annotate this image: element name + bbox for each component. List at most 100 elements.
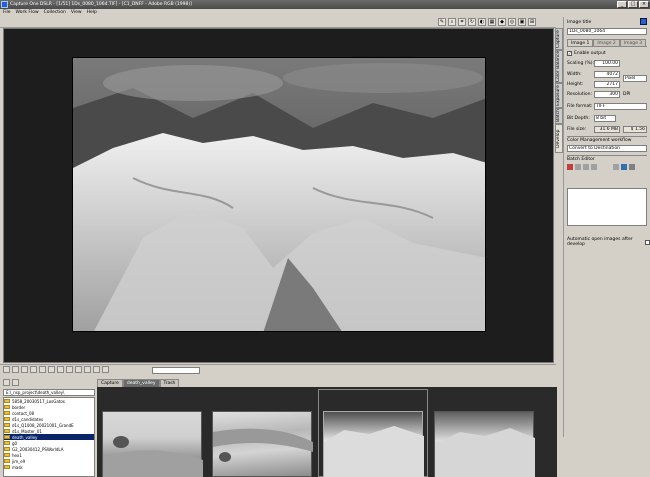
folder-favorite-icon[interactable] — [12, 379, 19, 386]
folder-icon — [4, 441, 10, 445]
view-multi-icon[interactable]: ⊞ — [528, 18, 536, 26]
rotate-icon[interactable]: ↻ — [468, 18, 476, 26]
white-balance-icon[interactable]: ◐ — [478, 18, 486, 26]
folder-item[interactable]: mask — [4, 464, 94, 470]
maximize-icon[interactable]: □ — [628, 1, 638, 8]
batch-editor-label: Batch Editor — [567, 157, 595, 162]
grid-icon[interactable]: ▦ — [488, 18, 496, 26]
resolution-unit: DPI — [623, 92, 631, 97]
tab-batch[interactable]: Batch — [555, 108, 563, 124]
enable-output-label: Enable output — [574, 51, 606, 56]
open-folder-icon[interactable] — [30, 366, 37, 373]
minimize-icon[interactable]: _ — [617, 1, 627, 8]
folder-icon — [4, 411, 10, 415]
browser-toolbar — [0, 364, 556, 375]
batch-pause-icon[interactable] — [591, 164, 597, 170]
folder-icon — [4, 465, 10, 469]
panel-help-icon[interactable] — [640, 18, 647, 25]
folder-path-select[interactable]: E:\_nsp_project\death_valley\ — [3, 389, 95, 396]
rotate-right-icon[interactable] — [93, 366, 100, 373]
app-icon — [1, 1, 8, 8]
scaling-field[interactable]: 100.00 — [594, 60, 620, 67]
batch-toolbar — [567, 164, 635, 170]
tab-color-balance[interactable]: Color Balance — [555, 50, 563, 83]
file-format-select[interactable]: TIFF — [594, 103, 647, 110]
tab-develop[interactable]: Develop — [555, 124, 563, 153]
auto-open-checkbox[interactable] — [645, 239, 650, 245]
menu-view[interactable]: View — [71, 9, 82, 17]
enable-output-checkbox[interactable]: ✓ — [567, 51, 572, 56]
folder-icon — [4, 423, 10, 427]
scaling-label: Scaling (%): — [567, 61, 595, 66]
width-label: Width: — [567, 72, 582, 77]
window-controls: _ □ × — [617, 1, 649, 8]
menu-help[interactable]: Help — [87, 9, 97, 17]
output-divider — [567, 136, 647, 137]
check-icon[interactable] — [66, 366, 73, 373]
thumbnail-strip — [97, 387, 557, 477]
batch-list[interactable] — [567, 188, 647, 226]
tab-capture-collection[interactable]: Capture — [97, 379, 123, 387]
color-icon[interactable]: ◆ — [498, 18, 506, 26]
capture-icon[interactable] — [12, 366, 19, 373]
camera-icon[interactable] — [3, 366, 10, 373]
main-photo[interactable] — [72, 57, 486, 332]
height-label: Height: — [567, 82, 584, 87]
browser-toolbar-icons — [3, 366, 109, 373]
rotate-left-icon[interactable] — [84, 366, 91, 373]
list-view-icon[interactable] — [48, 366, 55, 373]
sort-icon[interactable] — [102, 366, 109, 373]
menu-work-flow[interactable]: Work Flow — [16, 9, 39, 17]
view-single-icon[interactable]: ▣ — [518, 18, 526, 26]
delete-icon[interactable] — [75, 366, 82, 373]
filter-select[interactable] — [152, 367, 200, 374]
tab-death-valley[interactable]: death_valley — [122, 379, 160, 387]
bit-depth-select[interactable]: 8 bit — [594, 115, 616, 122]
color-mgmt-select[interactable]: Convert to Destination — [567, 145, 647, 152]
batch-refresh-icon[interactable] — [583, 164, 589, 170]
tab-capture[interactable]: Capture — [555, 28, 563, 50]
thumbnail-icon[interactable] — [39, 366, 46, 373]
folder-icon — [4, 399, 10, 403]
batch-print-icon[interactable] — [629, 164, 635, 170]
batch-camera-icon[interactable] — [621, 164, 627, 170]
close-icon[interactable]: × — [639, 1, 649, 8]
width-field[interactable]: 4072 — [594, 71, 620, 78]
folder-toolbar — [0, 376, 96, 388]
batch-delete-icon[interactable] — [567, 164, 573, 170]
file-size-secondary: $ 1.56 — [623, 126, 647, 133]
tab-exposure[interactable]: Exposure — [555, 83, 563, 108]
enable-output-row: ✓ Enable output — [567, 51, 606, 56]
height-field[interactable]: 2717 — [594, 81, 620, 88]
new-folder-icon[interactable] — [21, 366, 28, 373]
mountain-thumbnail — [324, 426, 424, 477]
folder-tree[interactable]: 5858_20030517_LosGatos border contact_08… — [3, 397, 95, 477]
develop-panel: Image title 1Ds_0080_1064 Image 1 Image … — [563, 17, 650, 437]
title-bar: Capture One DSLR - [1/51] 1Ds_0080_1064.… — [0, 0, 650, 9]
focus-icon[interactable]: ◎ — [508, 18, 516, 26]
image-viewer[interactable] — [3, 28, 554, 363]
batch-folder-icon[interactable] — [613, 164, 619, 170]
tab-trash[interactable]: Trash — [159, 379, 180, 387]
unit-select[interactable]: Pixel — [623, 75, 647, 82]
folder-up-icon[interactable] — [3, 379, 10, 386]
thumbnail[interactable] — [434, 411, 535, 477]
picker-icon[interactable]: ✎ — [438, 18, 446, 26]
bit-depth-label: Bit Depth: — [567, 116, 590, 121]
thumbnail-selected[interactable] — [323, 411, 424, 477]
file-size-label: File size: — [567, 127, 587, 132]
viewer-toolbar: ✎ ⌕ ⌗ ↻ ◐ ▦ ◆ ◎ ▣ ⊞ — [0, 17, 556, 28]
image-title-field[interactable]: 1Ds_0080_1064 — [567, 28, 647, 35]
window-title: Capture One DSLR - [1/51] 1Ds_0080_1064.… — [10, 2, 192, 7]
crop-icon[interactable]: ⌗ — [458, 18, 466, 26]
dunes-thumbnail — [213, 428, 313, 462]
zoom-icon[interactable]: ⌕ — [448, 18, 456, 26]
resolution-field[interactable]: 300 — [594, 91, 620, 98]
thumbnail[interactable] — [102, 411, 203, 477]
thumbnail[interactable] — [212, 411, 313, 477]
tag-icon[interactable] — [57, 366, 64, 373]
menu-collection[interactable]: Collection — [44, 9, 66, 17]
menu-file[interactable]: File — [3, 9, 11, 17]
mountain-thumbnail — [435, 428, 535, 477]
batch-remove-icon[interactable] — [575, 164, 581, 170]
